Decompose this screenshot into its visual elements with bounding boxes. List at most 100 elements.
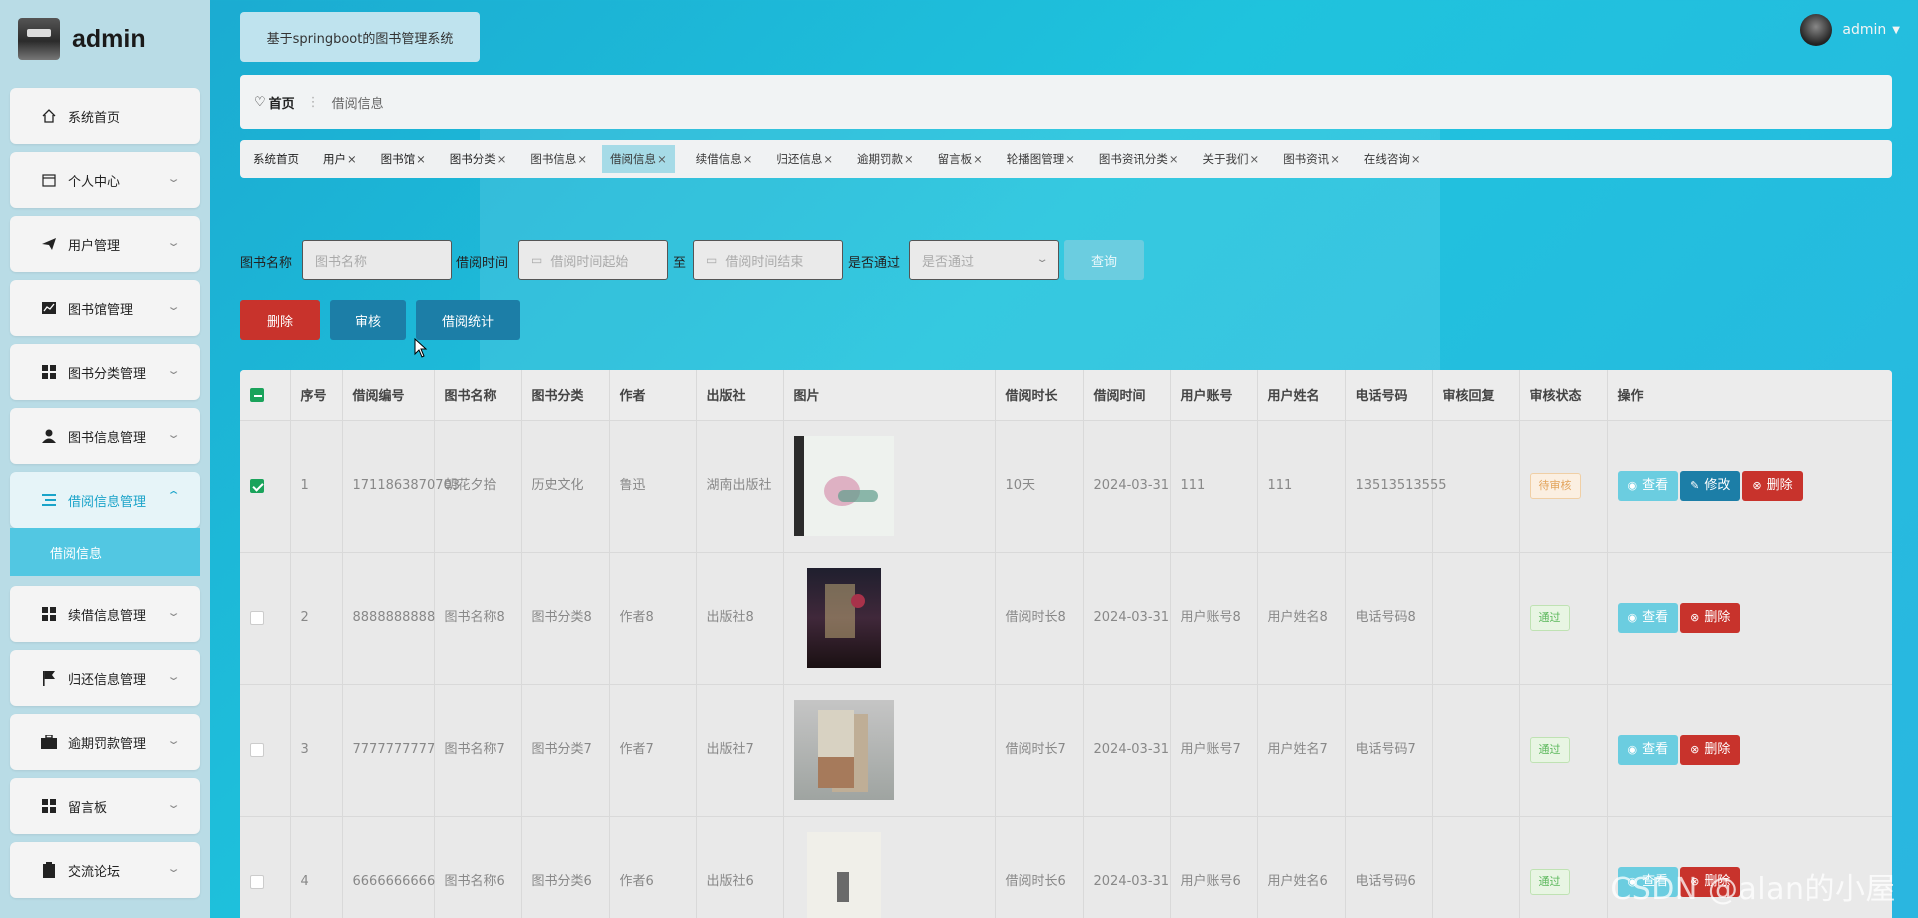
close-icon[interactable]: × bbox=[657, 152, 667, 166]
tab-14[interactable]: 在线咨询× bbox=[1361, 147, 1424, 171]
sidebar-item-renew[interactable]: 续借信息管理 ⌄ bbox=[10, 586, 200, 642]
cell-index: 2 bbox=[290, 552, 343, 685]
table-header-row: 序号 借阅编号 图书名称 图书分类 作者 出版社 图片 借阅时长 借阅时间 用户… bbox=[240, 370, 1892, 421]
sidebar-item-profile[interactable]: 个人中心 ⌄ bbox=[10, 152, 200, 208]
tab-3[interactable]: 图书分类× bbox=[447, 147, 510, 171]
cell-borrow-no: 1711863870703 bbox=[342, 420, 460, 553]
borrow-end-date-input[interactable]: ▭ 借阅时间结束 bbox=[693, 240, 843, 280]
view-button[interactable]: ◉ 查看 bbox=[1617, 603, 1679, 633]
close-icon[interactable]: × bbox=[1250, 152, 1260, 166]
breadcrumb-home[interactable]: ♡ 首页 bbox=[254, 93, 295, 112]
sidebar-item-borrow[interactable]: 借阅信息管理 ⌃ bbox=[10, 472, 200, 528]
close-icon[interactable]: × bbox=[973, 152, 983, 166]
column-header: 审核状态 bbox=[1519, 370, 1608, 421]
cell-borrow-no: 6666666666 bbox=[342, 816, 435, 918]
view-button[interactable]: ◉ 查看 bbox=[1617, 471, 1679, 501]
sidebar-item-return[interactable]: 归还信息管理 ⌄ bbox=[10, 650, 200, 706]
book-cover-image bbox=[793, 436, 894, 536]
borrow-table: 序号 借阅编号 图书名称 图书分类 作者 出版社 图片 借阅时长 借阅时间 用户… bbox=[240, 370, 1892, 918]
tab-2[interactable]: 图书馆× bbox=[378, 147, 429, 171]
tab-4[interactable]: 图书信息× bbox=[527, 147, 590, 171]
close-icon[interactable]: × bbox=[1065, 152, 1075, 166]
tab-9[interactable]: 留言板× bbox=[935, 147, 986, 171]
sidebar: admin 系统首页 个人中心 ⌄ 用户管理 ⌄ 图书馆管理 ⌄ 图书分类管理 … bbox=[0, 0, 210, 918]
close-icon[interactable]: × bbox=[1330, 152, 1340, 166]
sidebar-item-book-category[interactable]: 图书分类管理 ⌄ bbox=[10, 344, 200, 400]
row-checkbox[interactable] bbox=[250, 610, 264, 625]
to-label: 至 bbox=[673, 256, 687, 271]
tab-13[interactable]: 图书资讯× bbox=[1280, 147, 1343, 171]
query-button[interactable]: 查询 bbox=[1064, 240, 1144, 280]
row-select-cell[interactable] bbox=[240, 420, 291, 553]
close-icon[interactable]: × bbox=[1411, 152, 1421, 166]
sidebar-item-messages[interactable]: 留言板 ⌄ bbox=[10, 778, 200, 834]
sidebar-item-forum[interactable]: 交流论坛 ⌄ bbox=[10, 842, 200, 898]
tab-6[interactable]: 续借信息× bbox=[693, 147, 756, 171]
book-cover-image bbox=[806, 832, 881, 918]
book-image-cell bbox=[783, 552, 996, 685]
borrow-stats-button[interactable]: 借阅统计 bbox=[416, 300, 520, 340]
tab-1[interactable]: 用户× bbox=[320, 147, 360, 171]
tab-10[interactable]: 轮播图管理× bbox=[1004, 147, 1078, 171]
view-button[interactable]: ◉ 查看 bbox=[1617, 735, 1679, 765]
row-select-cell[interactable] bbox=[240, 684, 291, 817]
borrow-start-date-input[interactable]: ▭ 借阅时间起始 bbox=[518, 240, 668, 280]
chevron-down-icon: ⌄ bbox=[166, 734, 181, 747]
delete-circle-icon: ⊗ bbox=[1690, 743, 1700, 756]
breadcrumb-separator: ⋮ bbox=[306, 94, 320, 110]
close-icon[interactable]: × bbox=[823, 152, 833, 166]
column-header: 图书名称 bbox=[434, 370, 522, 421]
row-select-cell[interactable] bbox=[240, 552, 291, 685]
tab-11[interactable]: 图书资讯分类× bbox=[1096, 147, 1182, 171]
cell-publisher: 出版社6 bbox=[696, 816, 784, 918]
tab-label: 轮播图管理 bbox=[1006, 152, 1065, 166]
edit-button[interactable]: ✎ 修改 bbox=[1680, 471, 1741, 501]
close-icon[interactable]: × bbox=[347, 152, 357, 166]
tab-5[interactable]: 借阅信息× bbox=[602, 145, 675, 173]
user-menu[interactable]: admin ▼ bbox=[1800, 14, 1900, 46]
sidebar-item-library[interactable]: 图书馆管理 ⌄ bbox=[10, 280, 200, 336]
view-button-label: 查看 bbox=[1642, 610, 1669, 625]
brand: admin bbox=[18, 18, 146, 60]
row-checkbox[interactable] bbox=[250, 478, 264, 493]
chevron-down-icon: ⌄ bbox=[166, 364, 181, 377]
select-all-checkbox[interactable] bbox=[250, 387, 264, 402]
sidebar-item-book-info[interactable]: 图书信息管理 ⌄ bbox=[10, 408, 200, 464]
close-icon[interactable]: × bbox=[743, 152, 753, 166]
tab-0[interactable]: 系统首页 bbox=[250, 147, 302, 171]
row-checkbox[interactable] bbox=[250, 742, 264, 757]
book-name-input[interactable]: 图书名称 bbox=[302, 240, 452, 280]
borrow-start-placeholder: 借阅时间起始 bbox=[550, 254, 629, 270]
close-icon[interactable]: × bbox=[904, 152, 914, 166]
row-checkbox[interactable] bbox=[250, 874, 264, 889]
row-delete-button-label: 删除 bbox=[1704, 610, 1731, 625]
cell-author: 鲁迅 bbox=[609, 420, 697, 553]
row-select-cell[interactable] bbox=[240, 816, 291, 918]
sidebar-item-users[interactable]: 用户管理 ⌄ bbox=[10, 216, 200, 272]
sidebar-item-home[interactable]: 系统首页 bbox=[10, 88, 200, 144]
tab-8[interactable]: 逾期罚款× bbox=[854, 147, 917, 171]
close-icon[interactable]: × bbox=[1169, 152, 1179, 166]
row-delete-button[interactable]: ⊗ 删除 bbox=[1680, 735, 1741, 765]
grid-icon bbox=[40, 797, 58, 815]
tab-label: 留言板 bbox=[937, 152, 973, 166]
row-delete-button[interactable]: ⊗ 删除 bbox=[1742, 471, 1803, 501]
close-icon[interactable]: × bbox=[497, 152, 507, 166]
table-body: 1 1711863870703 朝花夕拾 历史文化 鲁迅 湖南出版社 10天 2024-03-… bbox=[240, 420, 1892, 918]
tab-label: 关于我们 bbox=[1202, 152, 1249, 166]
close-icon[interactable]: × bbox=[416, 152, 426, 166]
row-delete-button[interactable]: ⊗ 删除 bbox=[1680, 603, 1741, 633]
sidebar-item-fine[interactable]: 逾期罚款管理 ⌄ bbox=[10, 714, 200, 770]
sidebar-item-label: 逾期罚款管理 bbox=[68, 736, 147, 752]
sidebar-subitem-borrow-info[interactable]: 借阅信息 bbox=[10, 528, 200, 576]
select-all-cell[interactable] bbox=[240, 370, 291, 421]
passed-select[interactable]: 是否通过 ⌄ bbox=[909, 240, 1059, 280]
cell-phone: 13513513555 bbox=[1345, 420, 1446, 553]
column-header: 用户账号 bbox=[1170, 370, 1258, 421]
cell-status: 通过 bbox=[1519, 816, 1608, 918]
tab-7[interactable]: 归还信息× bbox=[773, 147, 836, 171]
audit-button[interactable]: 审核 bbox=[330, 300, 406, 340]
close-icon[interactable]: × bbox=[577, 152, 587, 166]
delete-button[interactable]: 删除 bbox=[240, 300, 320, 340]
tab-12[interactable]: 关于我们× bbox=[1200, 147, 1263, 171]
